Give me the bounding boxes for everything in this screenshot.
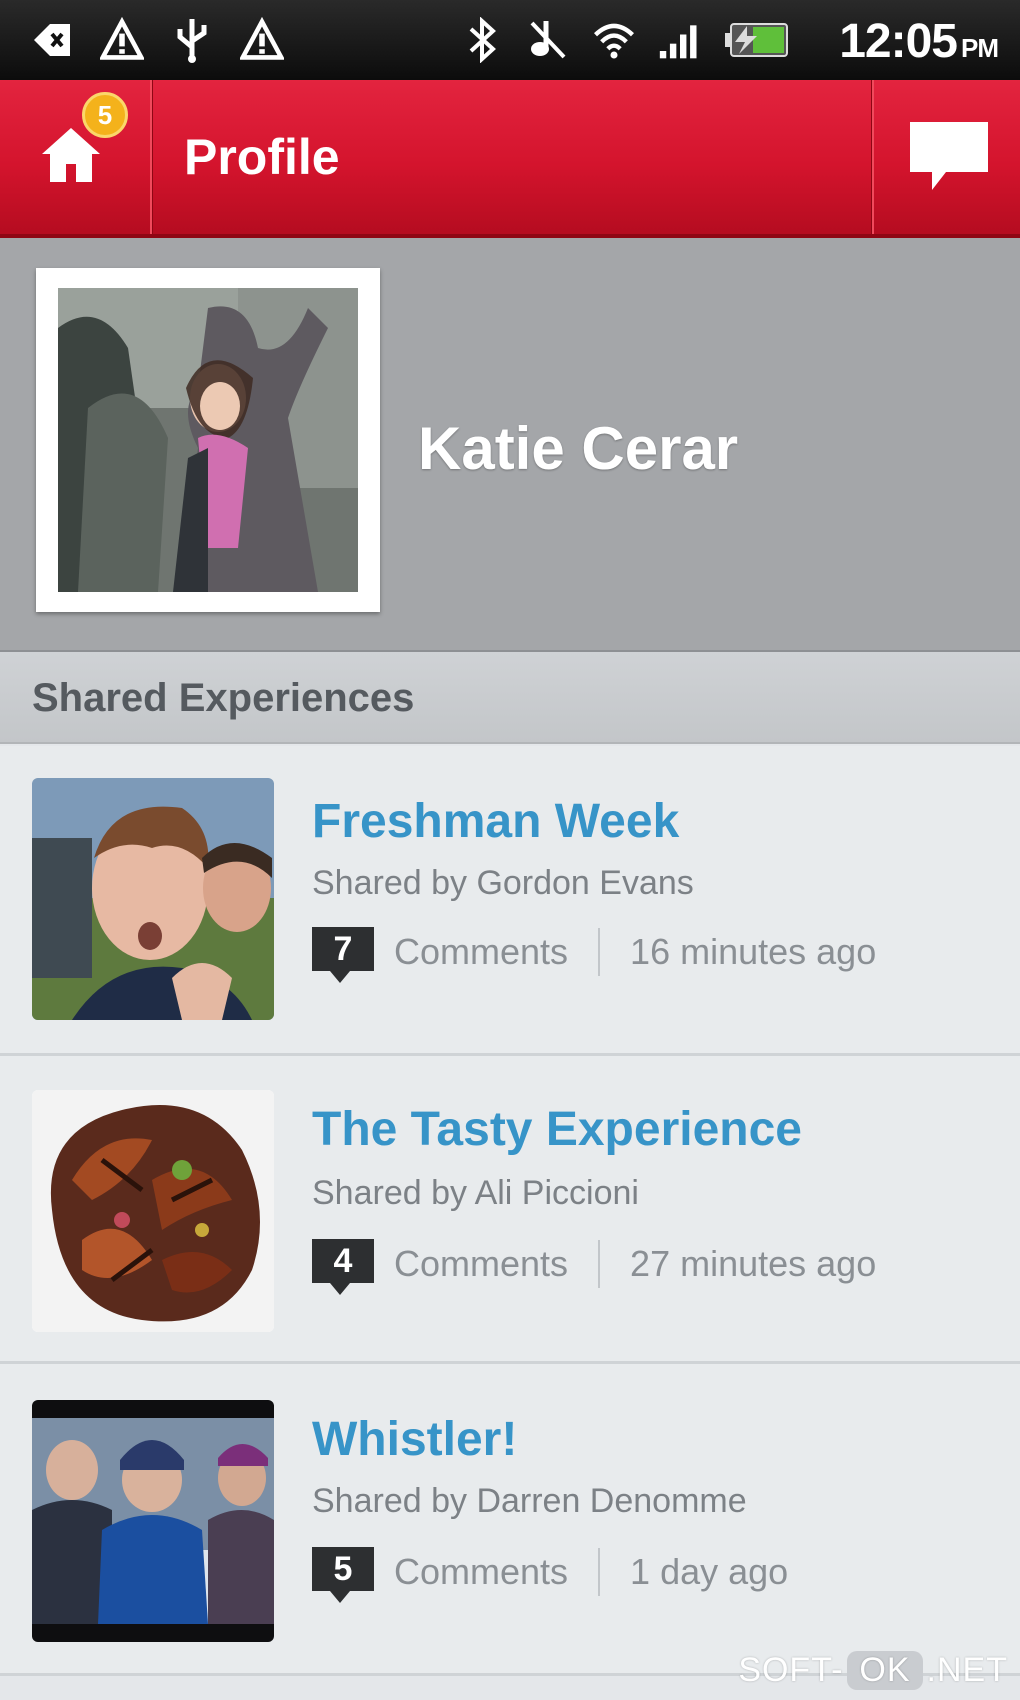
comments-label[interactable]: Comments [394, 1243, 568, 1285]
profile-name: Katie Cerar [418, 415, 739, 482]
experience-thumbnail [32, 778, 274, 1020]
avatar[interactable] [36, 268, 380, 612]
shared-by-text: Shared by Gordon Evans [312, 864, 694, 902]
watermark-ok: OK [847, 1651, 923, 1690]
time-ago: 1 day ago [630, 1551, 789, 1592]
avatar-photo [58, 288, 358, 592]
comments-label[interactable]: Comments [394, 931, 568, 973]
thumbnail-photo [32, 1400, 274, 1642]
comment-count: 5 [312, 1547, 374, 1591]
time-ago: 27 minutes ago [630, 1243, 877, 1284]
divider [598, 1240, 601, 1288]
comment-count: 4 [312, 1239, 374, 1283]
experience-meta: 5 Comments 1 day ago [312, 1542, 789, 1603]
home-button[interactable]: 5 [0, 80, 152, 234]
status-bar: 12:05 PM [0, 0, 1020, 80]
comment-count-icon: 4 [312, 1239, 374, 1295]
messages-button[interactable] [872, 80, 1020, 234]
vibrate-off-icon [526, 18, 570, 62]
section-header: Shared Experiences [0, 652, 1020, 744]
status-icons-right [460, 14, 790, 66]
list-item[interactable]: The Tasty Experience Shared by Ali Picci… [0, 1056, 1020, 1364]
chat-bubble-icon [910, 122, 988, 190]
shared-by-text: Shared by Ali Piccioni [312, 1174, 639, 1212]
thumbnail-photo [32, 1090, 274, 1332]
notification-badge: 5 [82, 92, 128, 138]
comment-count: 7 [312, 927, 374, 971]
experience-thumbnail [32, 1090, 274, 1332]
clock-ampm: PM [961, 33, 999, 63]
section-title: Shared Experiences [32, 676, 415, 720]
comment-count-icon: 5 [312, 1547, 374, 1603]
clock-time: 12:05 [839, 15, 958, 68]
warning-icon [100, 17, 144, 62]
action-bar: 5 Profile [0, 80, 1020, 238]
experience-meta: 4 Comments 27 minutes ago [312, 1234, 877, 1295]
warning-icon [240, 17, 284, 62]
list-item[interactable]: Freshman Week Shared by Gordon Evans 7 C… [0, 746, 1020, 1056]
comments-label[interactable]: Comments [394, 1551, 568, 1593]
status-icons-left [30, 14, 284, 66]
comment-count-icon: 7 [312, 927, 374, 983]
thumbnail-photo [32, 778, 274, 1020]
list-item[interactable]: Whistler! Shared by Darren Denomme 5 Com… [0, 1364, 1020, 1676]
page-title: Profile [184, 129, 340, 185]
profile-header: Katie Cerar [0, 238, 1020, 652]
experience-title[interactable]: Freshman Week [312, 794, 679, 849]
experience-title[interactable]: The Tasty Experience [312, 1102, 802, 1157]
time-ago: 16 minutes ago [630, 931, 877, 972]
experience-thumbnail [32, 1400, 274, 1642]
divider [598, 1548, 601, 1596]
experience-meta: 7 Comments 16 minutes ago [312, 922, 877, 983]
usb-icon [170, 18, 214, 63]
battery-icon [724, 18, 790, 62]
shared-by-text: Shared by Darren Denomme [312, 1482, 747, 1520]
watermark-prefix: SOFT- [738, 1651, 844, 1689]
wifi-icon [592, 18, 636, 62]
bluetooth-icon [460, 17, 504, 63]
clock: 12:05 PM [839, 14, 999, 69]
back-arrow-icon [30, 18, 74, 62]
divider [598, 928, 601, 976]
watermark: SOFT- OK .NET [738, 1651, 1008, 1690]
watermark-suffix: .NET [926, 1651, 1008, 1689]
experience-title[interactable]: Whistler! [312, 1412, 517, 1467]
signal-icon [658, 18, 702, 62]
